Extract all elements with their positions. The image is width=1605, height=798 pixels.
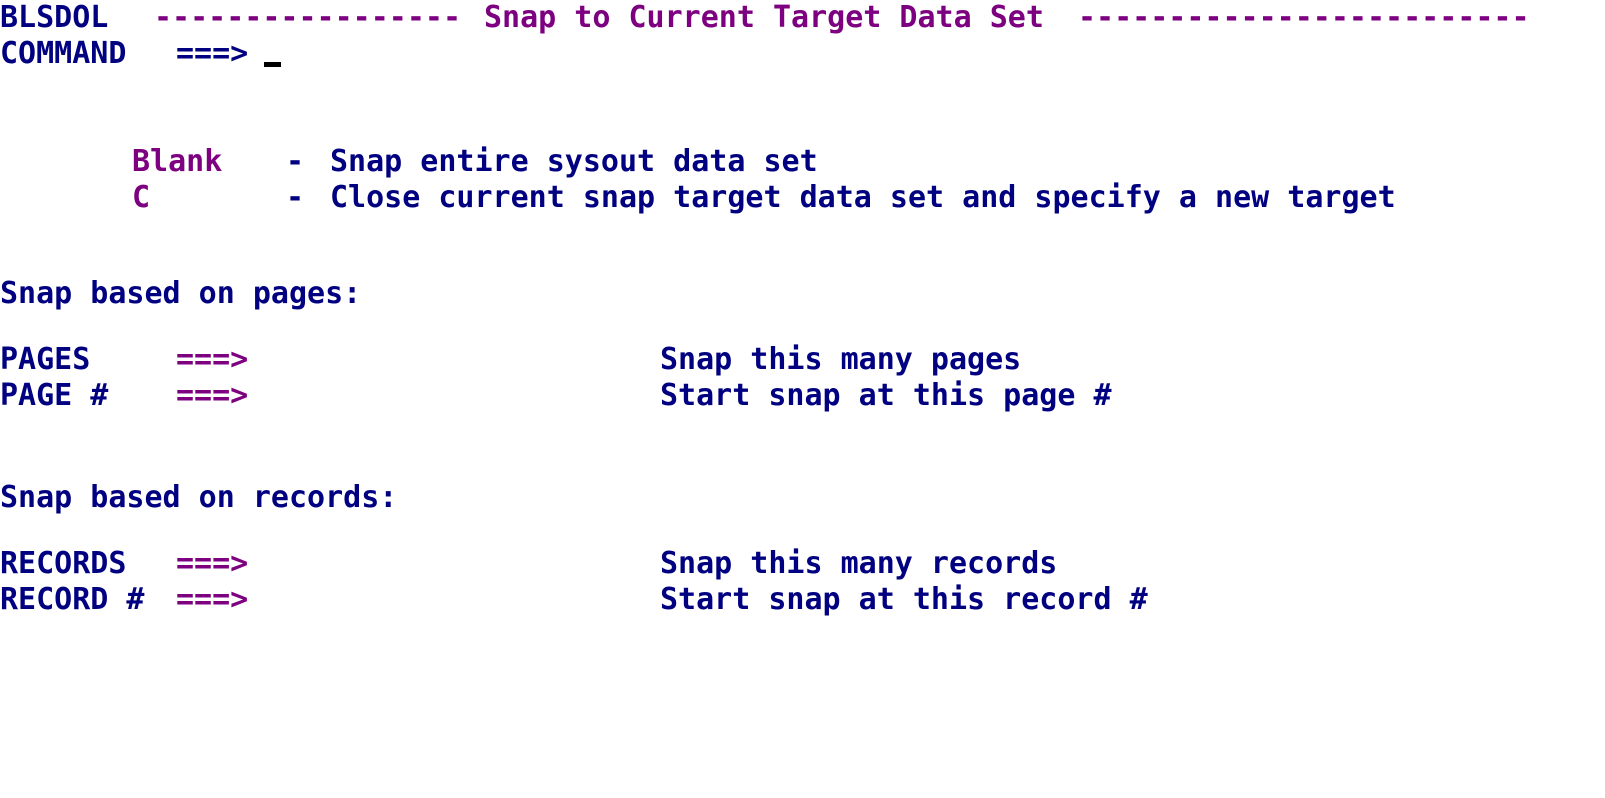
section-heading-pages: Snap based on pages: (0, 276, 362, 311)
option-desc-blank: Snap entire sysout data set (330, 144, 818, 179)
command-row: COMMAND ===> (0, 36, 1605, 72)
terminal-screen: BLSDOL ----------------- Snap to Current… (0, 0, 1605, 649)
panel-id: BLSDOL (0, 0, 109, 35)
option-separator-blank: - (286, 144, 305, 179)
title-rule-left: ----------------- (154, 0, 462, 35)
field-label-page-number: PAGE # (0, 378, 109, 413)
field-label-records: RECORDS (0, 546, 127, 581)
field-desc-page-number: Start snap at this page # (660, 378, 1112, 413)
field-desc-records: Snap this many records (660, 546, 1058, 581)
option-row-c: C - Close current snap target data set a… (0, 180, 1605, 216)
text-cursor (264, 62, 281, 67)
option-key-c: C (132, 180, 151, 215)
records-arrow-icon: ===> (176, 546, 249, 581)
page-number-arrow-icon: ===> (176, 378, 249, 413)
option-separator-c: - (286, 180, 305, 215)
option-desc-c: Close current snap target data set and s… (330, 180, 1396, 215)
option-key-blank: Blank (132, 144, 223, 179)
page-title: Snap to Current Target Data Set (484, 0, 1044, 35)
section-heading-records-row: Snap based on records: (0, 480, 1605, 516)
field-desc-record-number: Start snap at this record # (660, 582, 1148, 617)
field-desc-pages: Snap this many pages (660, 342, 1022, 377)
section-heading-pages-row: Snap based on pages: (0, 276, 1605, 312)
field-label-record-number: RECORD # (0, 582, 145, 617)
command-label: COMMAND (0, 36, 127, 71)
field-row-record-number: RECORD # ===> Start snap at this record … (0, 582, 1605, 618)
field-label-pages: PAGES (0, 342, 91, 377)
command-arrow-icon: ===> (176, 36, 249, 71)
field-row-pages: PAGES ===> Snap this many pages (0, 342, 1605, 378)
field-row-page-number: PAGE # ===> Start snap at this page # (0, 378, 1605, 414)
record-number-arrow-icon: ===> (176, 582, 249, 617)
option-row-blank: Blank - Snap entire sysout data set (0, 144, 1605, 180)
pages-arrow-icon: ===> (176, 342, 249, 377)
title-row: BLSDOL ----------------- Snap to Current… (0, 0, 1605, 36)
section-heading-records: Snap based on records: (0, 480, 398, 515)
title-rule-right: ------------------------- (1078, 0, 1530, 35)
field-row-records: RECORDS ===> Snap this many records (0, 546, 1605, 582)
